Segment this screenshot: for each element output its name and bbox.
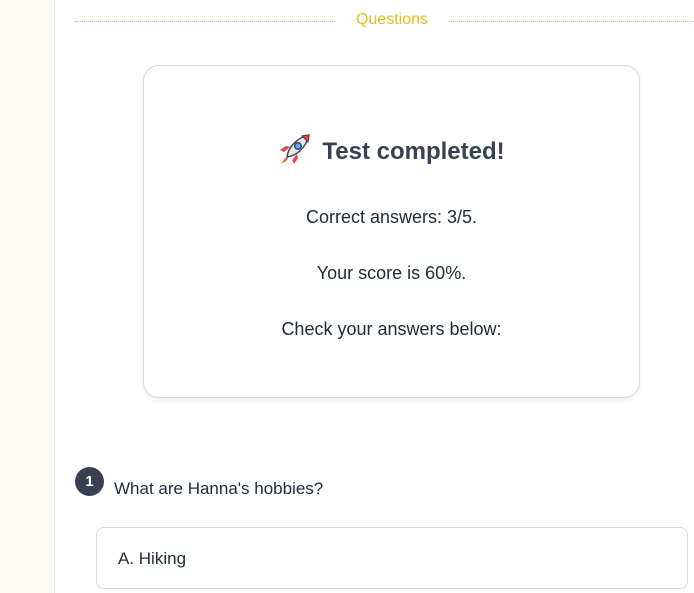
question-number-badge: 1 xyxy=(75,467,104,496)
answer-option[interactable]: A. Hiking xyxy=(96,527,688,589)
rocket-icon xyxy=(278,132,312,166)
left-sidebar xyxy=(0,0,55,593)
result-card: Test completed! Correct answers: 3/5. Yo… xyxy=(143,65,640,398)
question-text: What are Hanna's hobbies? xyxy=(114,479,324,498)
section-label: Questions xyxy=(355,11,429,28)
check-answers-text: Check your answers below: xyxy=(281,319,502,339)
result-title: Test completed! xyxy=(322,138,505,165)
result-title-row: Test completed! xyxy=(144,132,639,166)
score-text: Your score is 60%. xyxy=(316,263,467,283)
page: Questions Test completed! Correct answer… xyxy=(0,0,694,593)
correct-answers-text: Correct answers: 3/5. xyxy=(305,207,478,227)
section-divider: Questions xyxy=(75,9,694,33)
answer-option-label: A. Hiking xyxy=(118,549,187,568)
divider-line-right xyxy=(449,21,694,22)
divider-line-left xyxy=(75,21,335,22)
